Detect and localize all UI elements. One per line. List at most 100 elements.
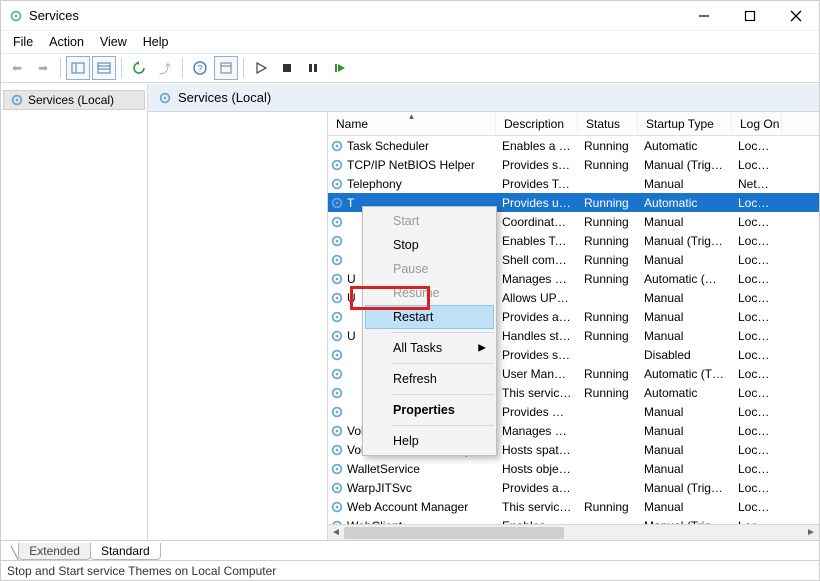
gear-icon bbox=[330, 310, 344, 324]
ctx-stop[interactable]: Stop bbox=[365, 233, 494, 257]
gear-icon bbox=[330, 253, 344, 267]
cell-startup: Manual bbox=[638, 310, 732, 324]
table-row[interactable]: TCP/IP NetBIOS HelperProvides su…Running… bbox=[328, 155, 819, 174]
tab-extended[interactable]: Extended bbox=[18, 543, 91, 560]
details-button[interactable] bbox=[92, 56, 116, 80]
col-description[interactable]: Description bbox=[496, 112, 578, 135]
cell-logon: Local Se bbox=[732, 158, 782, 172]
stop-service-button[interactable] bbox=[275, 56, 299, 80]
restart-service-button[interactable] bbox=[327, 56, 351, 80]
col-logon[interactable]: Log On bbox=[732, 112, 782, 135]
properties-button[interactable] bbox=[214, 56, 238, 80]
ctx-properties[interactable]: Properties bbox=[365, 398, 494, 422]
cell-name: Task Scheduler bbox=[347, 139, 429, 153]
scroll-right-icon[interactable]: ► bbox=[803, 525, 819, 541]
separator bbox=[121, 58, 122, 78]
cell-startup: Automatic bbox=[638, 386, 732, 400]
cell-status: Running bbox=[578, 367, 638, 381]
table-row[interactable]: Web Account ManagerThis service …Running… bbox=[328, 497, 819, 516]
cell-logon: Local Sy bbox=[732, 329, 782, 343]
start-service-button[interactable] bbox=[249, 56, 273, 80]
cell-logon: Local Sy bbox=[732, 272, 782, 286]
toolbar: ⬅ ➡ ⤴ ? bbox=[1, 53, 819, 83]
cell-description: Provides a JI… bbox=[496, 481, 578, 495]
ctx-start[interactable]: Start bbox=[365, 209, 494, 233]
table-row[interactable]: TelephonyProvides Tel…ManualNetwork bbox=[328, 174, 819, 193]
cell-description: Hosts spatia… bbox=[496, 443, 578, 457]
ctx-restart[interactable]: Restart bbox=[365, 305, 494, 329]
maximize-button[interactable] bbox=[727, 1, 773, 31]
horizontal-scrollbar[interactable]: ◄ ► bbox=[328, 524, 819, 540]
cell-status: Running bbox=[578, 272, 638, 286]
cell-name: TCP/IP NetBIOS Helper bbox=[347, 158, 475, 172]
gear-icon bbox=[330, 291, 344, 305]
separator bbox=[60, 58, 61, 78]
submenu-arrow-icon: ▶ bbox=[478, 343, 486, 354]
pane-header: Services (Local) bbox=[148, 84, 819, 112]
table-row[interactable]: Task SchedulerEnables a us…RunningAutoma… bbox=[328, 136, 819, 155]
title-bar: Services bbox=[1, 1, 819, 31]
description-panel bbox=[148, 112, 328, 540]
col-startup[interactable]: Startup Type bbox=[638, 112, 732, 135]
cell-logon: Local Sy bbox=[732, 215, 782, 229]
scroll-left-icon[interactable]: ◄ bbox=[328, 525, 344, 541]
tab-standard[interactable]: Standard bbox=[90, 543, 161, 560]
export-button[interactable]: ⤴ bbox=[153, 56, 177, 80]
tree-root-item[interactable]: Services (Local) bbox=[3, 90, 145, 110]
separator bbox=[391, 363, 494, 364]
cell-description: Shell comp… bbox=[496, 253, 578, 267]
cell-logon: Local Sy bbox=[732, 253, 782, 267]
cell-logon: Local Sy bbox=[732, 348, 782, 362]
cell-logon: Local Se bbox=[732, 291, 782, 305]
minimize-button[interactable] bbox=[681, 1, 727, 31]
cell-description: Provides m… bbox=[496, 405, 578, 419]
cell-name: U bbox=[347, 291, 356, 305]
gear-icon bbox=[330, 215, 344, 229]
pause-service-button[interactable] bbox=[301, 56, 325, 80]
rows-container: Task SchedulerEnables a us…RunningAutoma… bbox=[328, 136, 819, 535]
cell-name: Telephony bbox=[347, 177, 402, 191]
col-status[interactable]: Status bbox=[578, 112, 638, 135]
cell-description: User Manag… bbox=[496, 367, 578, 381]
scroll-thumb[interactable] bbox=[344, 527, 564, 539]
back-button[interactable]: ⬅ bbox=[5, 56, 29, 80]
cell-description: Allows UPn… bbox=[496, 291, 578, 305]
status-text: Stop and Start service Themes on Local C… bbox=[7, 564, 276, 578]
ctx-all-tasks[interactable]: All Tasks▶ bbox=[365, 336, 494, 360]
menu-action[interactable]: Action bbox=[41, 33, 92, 51]
menu-help[interactable]: Help bbox=[135, 33, 177, 51]
cell-description: Provides su… bbox=[496, 348, 578, 362]
gear-icon bbox=[330, 443, 344, 457]
cell-logon: Local Sy bbox=[732, 310, 782, 324]
gear-icon bbox=[330, 348, 344, 362]
cell-logon: Local Sy bbox=[732, 405, 782, 419]
col-name[interactable]: ▴Name bbox=[328, 112, 496, 135]
cell-logon: Network bbox=[732, 177, 782, 191]
services-app-icon bbox=[9, 9, 23, 23]
table-row[interactable]: WalletServiceHosts objec…ManualLocal Sy bbox=[328, 459, 819, 478]
menu-file[interactable]: File bbox=[5, 33, 41, 51]
refresh-button[interactable] bbox=[127, 56, 151, 80]
cell-logon: Local Sy bbox=[732, 367, 782, 381]
help-button[interactable]: ? bbox=[188, 56, 212, 80]
cell-startup: Manual bbox=[638, 462, 732, 476]
pane-header-label: Services (Local) bbox=[178, 90, 271, 105]
close-button[interactable] bbox=[773, 1, 819, 31]
table-row[interactable]: WarpJITSvcProvides a JI…Manual (Trig…Loc… bbox=[328, 478, 819, 497]
show-hide-tree-button[interactable] bbox=[66, 56, 90, 80]
ctx-pause[interactable]: Pause bbox=[365, 257, 494, 281]
view-tabs: ╲ Extended Standard bbox=[1, 540, 819, 560]
ctx-refresh[interactable]: Refresh bbox=[365, 367, 494, 391]
cell-description: This service … bbox=[496, 500, 578, 514]
menu-view[interactable]: View bbox=[92, 33, 135, 51]
cell-logon: Local Sy bbox=[732, 500, 782, 514]
ctx-resume[interactable]: Resume bbox=[365, 281, 494, 305]
scroll-track[interactable] bbox=[344, 525, 803, 541]
ctx-help[interactable]: Help bbox=[365, 429, 494, 453]
cell-status: Running bbox=[578, 139, 638, 153]
gear-icon bbox=[330, 462, 344, 476]
cell-startup: Manual (Trig… bbox=[638, 481, 732, 495]
separator bbox=[182, 58, 183, 78]
gear-icon bbox=[330, 177, 344, 191]
forward-button[interactable]: ➡ bbox=[31, 56, 55, 80]
